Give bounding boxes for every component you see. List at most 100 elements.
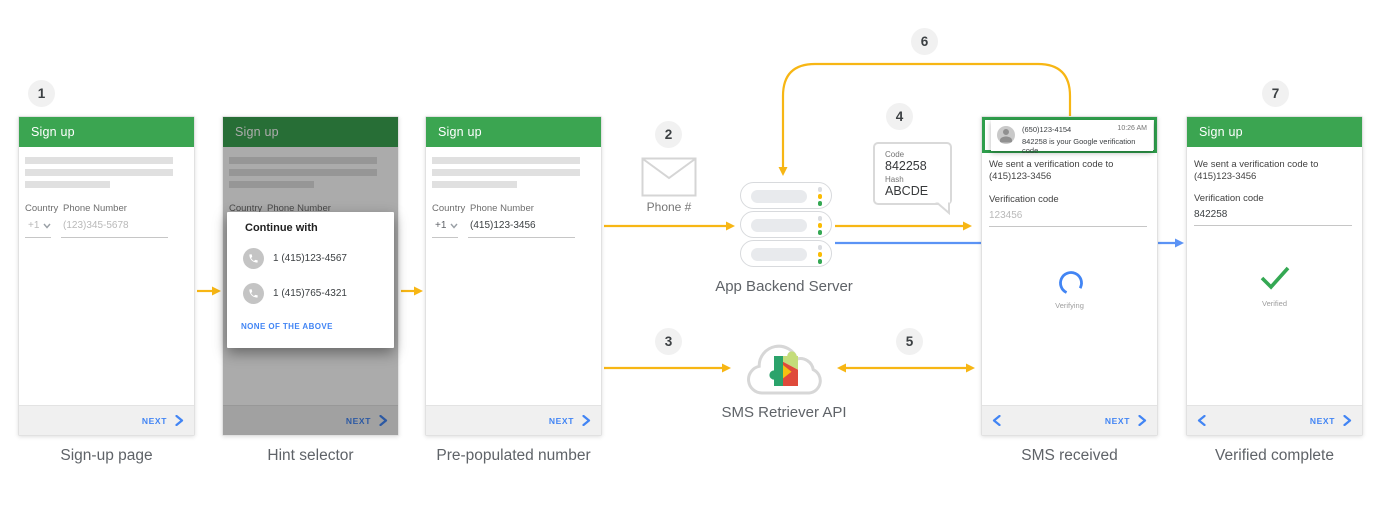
chevron-left-icon — [992, 415, 1001, 426]
api-label: SMS Retriever API — [721, 404, 847, 421]
notification-time: 10:26 AM — [1117, 125, 1147, 132]
flow-arrows — [197, 62, 1184, 373]
chevron-down-icon[interactable] — [450, 223, 458, 229]
sms-notification[interactable]: (650)123-4154 10:26 AM 842258 is your Go… — [991, 120, 1153, 155]
sms-retriever-flow-diagram: 1 2 3 4 5 6 7 Sign up Country Phone Numb… — [0, 0, 1380, 520]
chevron-down-icon[interactable] — [43, 223, 51, 229]
country-select[interactable]: +1 — [28, 220, 39, 231]
chevron-right-icon — [582, 415, 591, 426]
phone-underline — [468, 237, 575, 238]
phone-number-flow-label: Phone # — [646, 200, 692, 214]
step-badge-6: 6 — [911, 28, 938, 55]
sent-code-line2: (415)123-3456 — [1194, 171, 1257, 182]
code-label: Code — [885, 150, 905, 159]
server-unit — [740, 211, 832, 238]
none-of-the-above-button[interactable]: NONE OF THE ABOVE — [241, 322, 333, 331]
caption-verified-complete: Verified complete — [1215, 447, 1334, 464]
skeleton-line — [25, 181, 110, 188]
chevron-right-icon — [175, 415, 184, 426]
next-button[interactable]: NEXT — [142, 415, 184, 426]
server-slot — [751, 219, 807, 232]
skeleton-line — [25, 169, 173, 176]
next-button[interactable]: NEXT — [1105, 415, 1147, 426]
server-unit — [740, 240, 832, 267]
back-button[interactable] — [992, 415, 1001, 426]
callout-tail — [934, 200, 950, 215]
sent-code-line2: (415)123-3456 — [989, 171, 1052, 182]
sms-retriever-api-icon — [747, 344, 822, 395]
back-button[interactable] — [1197, 415, 1206, 426]
server-unit — [740, 182, 832, 209]
phone-number-label: Phone Number — [63, 203, 127, 214]
bottom-nav-bar: NEXT — [19, 405, 194, 435]
step-badge-4: 4 — [886, 103, 913, 130]
hash-value: ABCDE — [885, 184, 929, 198]
verifying-status: Verifying — [1055, 301, 1084, 310]
verifying-spinner — [1059, 271, 1083, 295]
hint-selector-dialog: Continue with 1 (415)123-4567 1 (415)765… — [227, 212, 394, 348]
bottom-nav-bar: NEXT — [426, 405, 601, 435]
hash-label: Hash — [885, 175, 904, 184]
code-underline — [989, 226, 1147, 227]
server-status-lights — [817, 245, 822, 264]
avatar — [997, 126, 1015, 144]
notification-sender: (650)123-4154 — [1022, 125, 1072, 134]
hint-option-1[interactable]: 1 (415)123-4567 — [243, 248, 347, 269]
chevron-right-icon — [1343, 415, 1352, 426]
skeleton-line — [432, 181, 517, 188]
phone-underline — [61, 237, 168, 238]
signup-header: Sign up — [426, 117, 601, 147]
skeleton-line — [25, 157, 173, 164]
step-badge-1: 1 — [28, 80, 55, 107]
country-select[interactable]: +1 — [435, 220, 446, 231]
verified-check-icon — [1260, 266, 1290, 290]
hint-option-2[interactable]: 1 (415)765-4321 — [243, 283, 347, 304]
server-status-lights — [817, 216, 822, 235]
next-button[interactable]: NEXT — [549, 415, 591, 426]
step-badge-5: 5 — [896, 328, 923, 355]
server-status-lights — [817, 187, 822, 206]
verification-code-input[interactable]: 123456 — [989, 210, 1022, 221]
phone-icon — [243, 248, 264, 269]
caption-hint-selector: Hint selector — [267, 447, 354, 464]
signup-header: Sign up — [19, 117, 194, 147]
app-backend-server — [740, 182, 832, 269]
next-button-label: NEXT — [1309, 415, 1335, 426]
step-badge-7: 7 — [1262, 80, 1289, 107]
next-button[interactable]: NEXT — [1310, 415, 1352, 426]
step-badge-2: 2 — [655, 121, 682, 148]
hint-number-label: 1 (415)765-4321 — [273, 288, 347, 299]
chevron-right-icon — [1138, 415, 1147, 426]
skeleton-line — [432, 157, 580, 164]
caption-prepopulated: Pre-populated number — [436, 447, 591, 464]
envelope-icon — [641, 157, 697, 197]
phone-number-input[interactable]: (123)345-5678 — [63, 220, 129, 231]
next-button-label: NEXT — [141, 415, 167, 426]
phone-number-label: Phone Number — [470, 203, 534, 214]
caption-sms-received: SMS received — [1021, 447, 1118, 464]
code-value: 842258 — [885, 159, 927, 173]
phone-signup-page: Sign up Country Phone Number +1 (123)345… — [18, 116, 195, 436]
chevron-left-icon — [1197, 415, 1206, 426]
step-badge-3: 3 — [655, 328, 682, 355]
skeleton-line — [432, 169, 580, 176]
verification-code-input[interactable]: 842258 — [1194, 209, 1227, 220]
bottom-nav-bar: NEXT — [1187, 405, 1362, 435]
server-label: App Backend Server — [715, 278, 853, 295]
code-hash-callout: Code 842258 Hash ABCDE — [873, 142, 952, 215]
phone-verified: Sign up We sent a verification code to (… — [1186, 116, 1363, 436]
verified-status: Verified — [1261, 299, 1288, 308]
country-label: Country — [25, 203, 59, 214]
code-underline — [1194, 225, 1352, 226]
sent-code-line1: We sent a verification code to — [989, 159, 1114, 170]
bottom-nav-bar: NEXT — [982, 405, 1157, 435]
country-underline — [25, 237, 51, 238]
phone-prepopulated: Sign up Country Phone Number +1 (415)123… — [425, 116, 602, 436]
hint-number-label: 1 (415)123-4567 — [273, 253, 347, 264]
country-underline — [432, 237, 458, 238]
phone-number-input[interactable]: (415)123-3456 — [470, 220, 536, 231]
server-slot — [751, 190, 807, 203]
phone-icon — [243, 283, 264, 304]
caption-signup-page: Sign-up page — [60, 447, 153, 464]
dialog-title: Continue with — [245, 222, 318, 234]
